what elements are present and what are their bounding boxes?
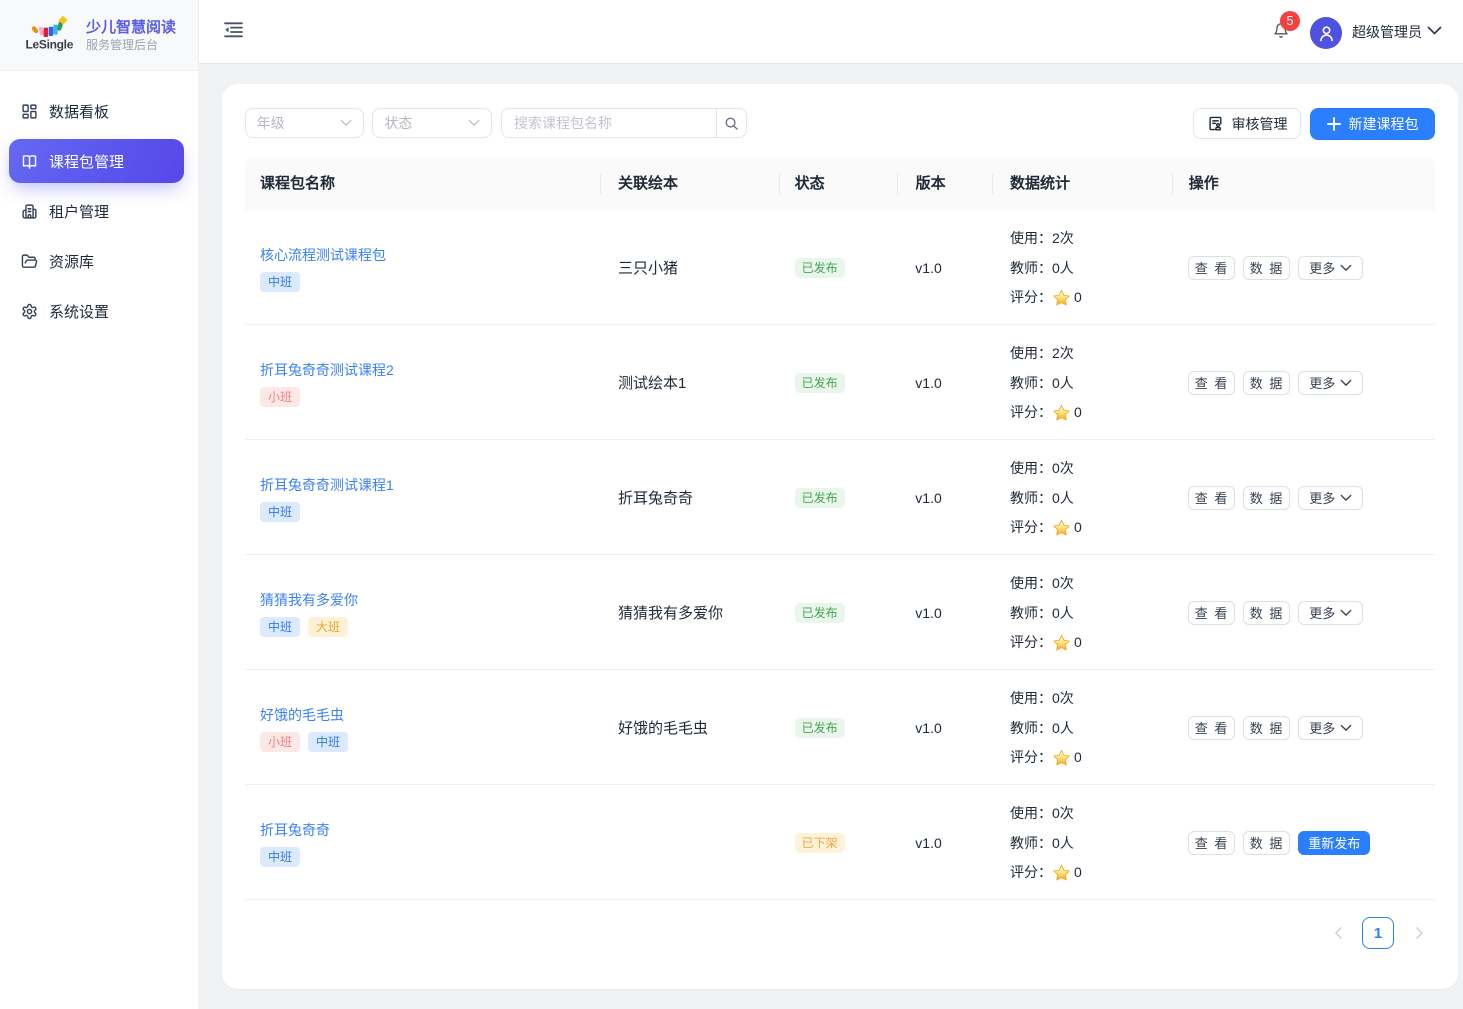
svg-text:LeSingle: LeSingle [25,38,73,52]
